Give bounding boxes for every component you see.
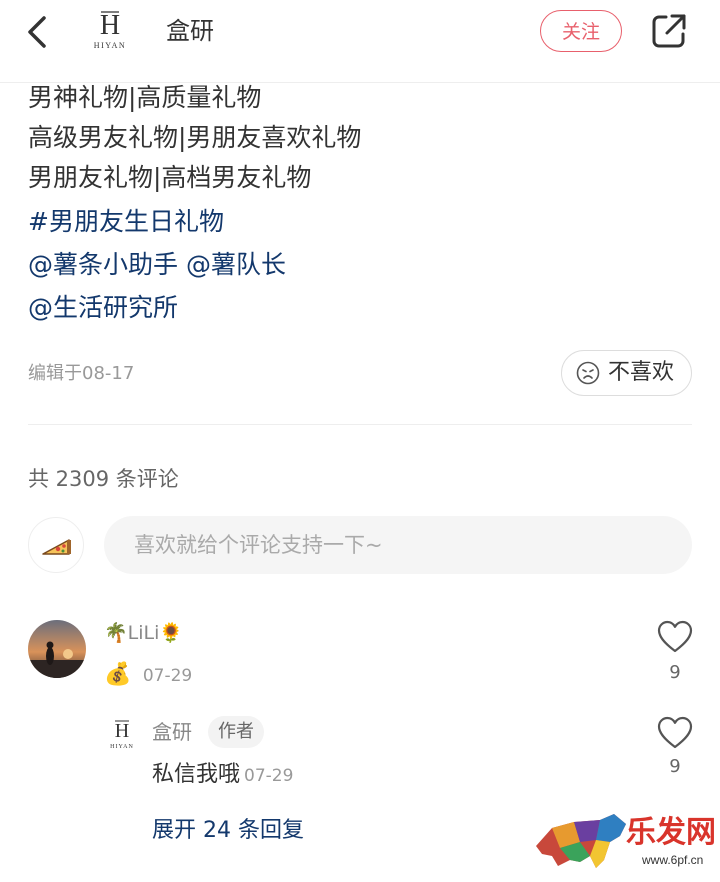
- follow-button[interactable]: 关注: [540, 10, 622, 52]
- watermark-url: www.6pf.cn: [641, 853, 703, 867]
- like-button[interactable]: [657, 620, 693, 654]
- pizza-icon: [42, 539, 71, 555]
- edit-date: 编辑于08-17: [28, 363, 135, 384]
- like-count: 9: [669, 662, 681, 683]
- expand-replies-link[interactable]: 展开 24 条回复: [152, 815, 304, 847]
- logo-mark: H: [115, 720, 129, 742]
- logo-mark: H: [100, 10, 120, 41]
- mention-links[interactable]: @薯条小助手 @薯队长: [28, 248, 286, 282]
- heart-icon: [657, 716, 693, 749]
- share-button[interactable]: [650, 12, 688, 50]
- divider: [28, 424, 692, 425]
- site-watermark: 乐发网 www.6pf.cn: [530, 806, 720, 878]
- post-text-line: 男朋友礼物|高档男友礼物: [28, 163, 312, 192]
- reply-author-name[interactable]: 盒研: [152, 718, 192, 746]
- reply-text: 私信我哦 07-29: [152, 760, 293, 791]
- heart-icon: [657, 620, 693, 653]
- commenter-avatar[interactable]: [28, 620, 86, 678]
- top-bar: H HIYAN 盒研 关注: [0, 0, 720, 83]
- dislike-button[interactable]: 不喜欢: [561, 350, 692, 396]
- post-text-line: 高级男友礼物|男朋友喜欢礼物: [28, 123, 362, 152]
- comment-meta: 💰 07-29: [104, 662, 192, 689]
- watermark-text: 乐发网: [626, 816, 716, 849]
- dislike-label: 不喜欢: [608, 360, 675, 385]
- mention-link[interactable]: @生活研究所: [28, 291, 178, 325]
- logo-text: HIYAN: [110, 744, 134, 750]
- chevron-left-icon: [28, 16, 46, 48]
- commenter-name[interactable]: 🌴LiLi🌻: [104, 620, 183, 646]
- comment-date: 07-29: [142, 666, 193, 686]
- reply-like-count: 9: [669, 756, 681, 777]
- author-badge: 作者: [208, 716, 264, 748]
- back-button[interactable]: [22, 14, 54, 50]
- hashtag-link[interactable]: #男朋友生日礼物: [28, 205, 224, 239]
- reply-author-logo[interactable]: H HIYAN: [104, 718, 140, 750]
- my-avatar[interactable]: [28, 517, 84, 573]
- reply-like-button[interactable]: [657, 716, 693, 750]
- account-name[interactable]: 盒研: [166, 14, 214, 48]
- reply-content: 私信我哦: [152, 762, 241, 787]
- post-text-line: 男神礼物|高质量礼物: [28, 83, 262, 112]
- comment-count: 共 2309 条评论: [28, 467, 179, 491]
- share-external-icon: [652, 14, 686, 48]
- comment-input[interactable]: [104, 516, 692, 574]
- frown-face-icon: [576, 361, 600, 385]
- logo-text: HIYAN: [94, 41, 126, 50]
- reply-date: 07-29: [244, 766, 294, 786]
- account-logo[interactable]: H HIYAN: [88, 8, 132, 50]
- money-bag-icon: 💰: [104, 662, 132, 687]
